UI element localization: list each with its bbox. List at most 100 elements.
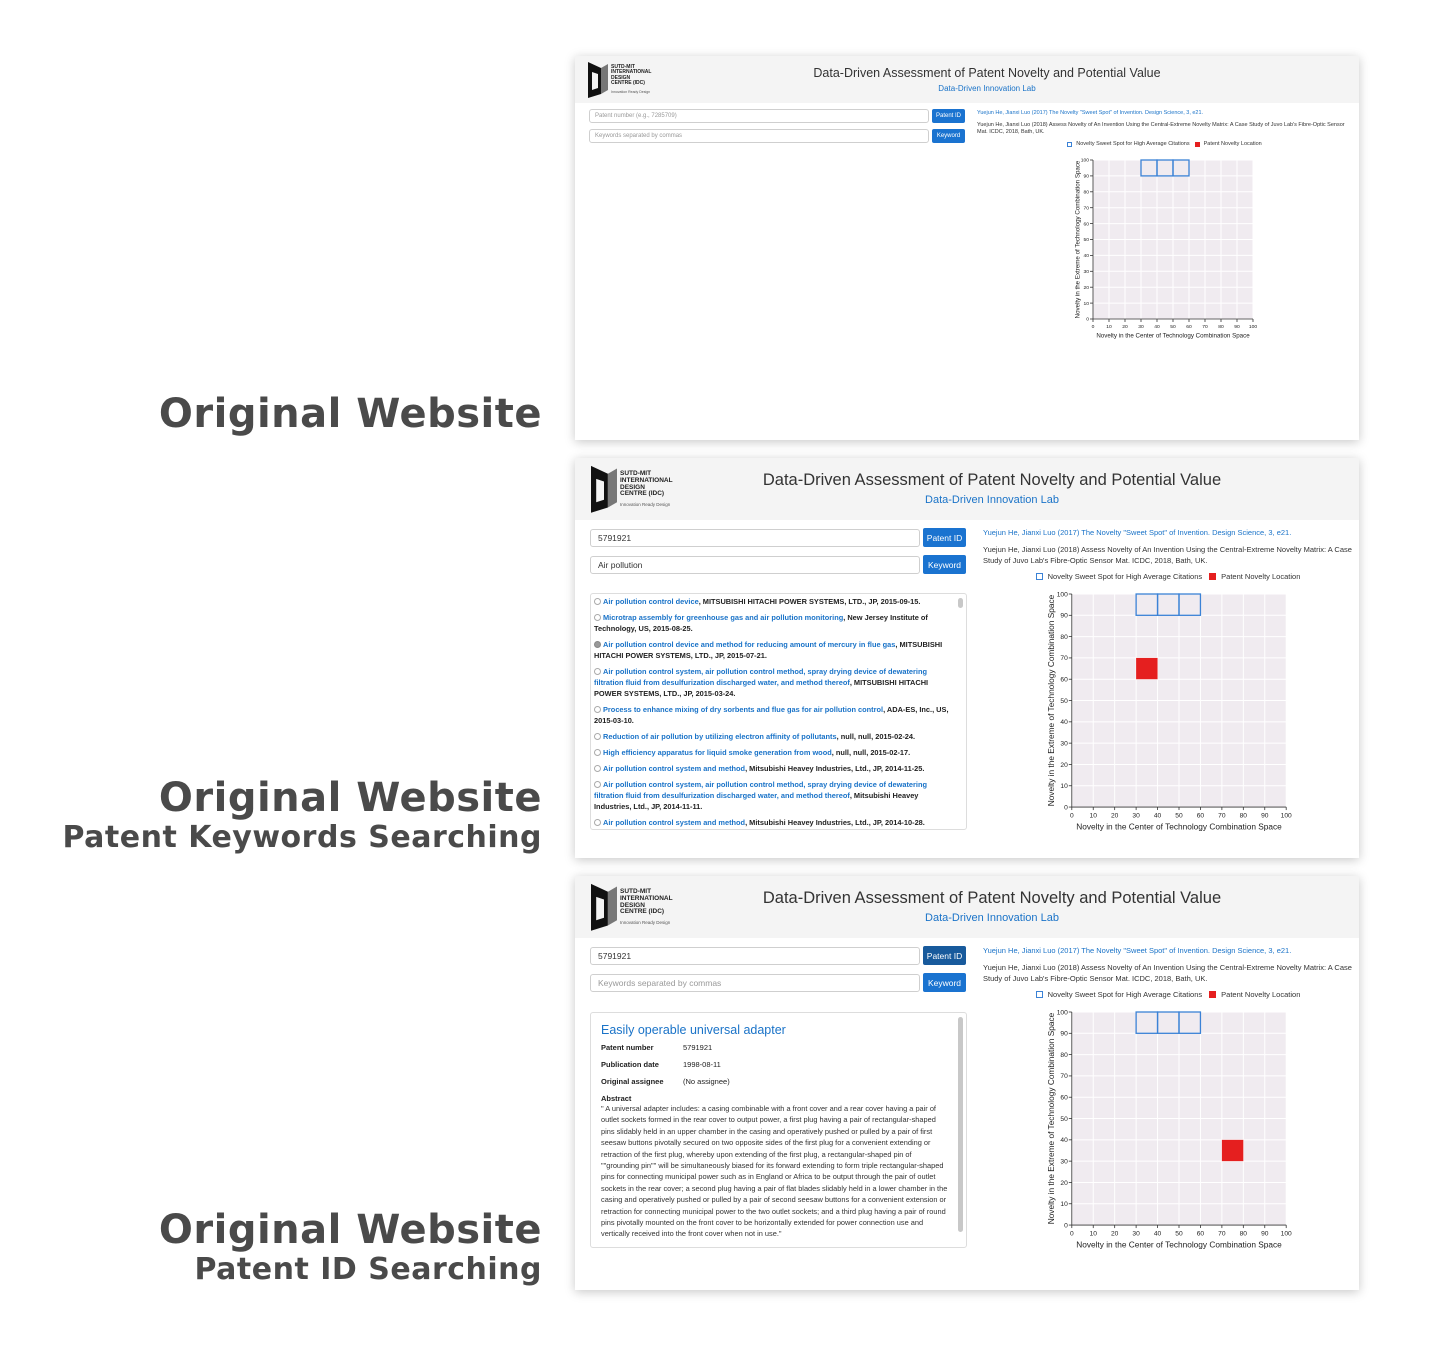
result-item[interactable]: Microtrap assembly for greenhouse gas an… [594,612,954,634]
y-axis-label: Novelty in the Extreme of Technology Com… [1046,594,1056,806]
y-axis-label: Novelty in the Extreme of Technology Com… [1075,160,1082,318]
result-radio[interactable] [594,765,601,772]
x-tick-label: 0 [1092,324,1095,330]
field-label: Publication date [601,1060,659,1069]
result-item[interactable]: Air pollution control device and method … [594,639,954,661]
caption-3-sub: Patent ID Searching [194,1252,542,1287]
result-item[interactable]: Air pollution control system and method,… [594,763,954,774]
result-title-link[interactable]: Air pollution control device and method … [603,640,895,649]
y-tick-label: 80 [1083,190,1089,196]
y-tick-label: 90 [1083,174,1089,180]
keywords-input[interactable]: Air pollution [590,555,920,574]
y-tick-label: 30 [1083,269,1089,275]
patent-number-input[interactable]: 5791921 [590,528,920,547]
field-value: 5791921 [683,1043,713,1052]
novelty-matrix-chart: 0 10 20 30 40 50 60 70 80 90 100 0 10 20 30 40 50 60 70 80 9… [1046,591,1292,831]
result-title-link[interactable]: Process to enhance mixing of dry sorbent… [603,705,883,714]
page-title: Data-Driven Assessment of Patent Novelty… [813,66,1161,80]
x-tick-label: 30 [1132,1231,1140,1238]
result-title-link[interactable]: Air pollution control system and method [603,764,745,773]
result-radio[interactable] [594,819,601,826]
x-tick-label: 100 [1249,324,1258,330]
result-radio[interactable] [594,641,601,648]
x-tick-label: 90 [1234,324,1240,330]
patent-id-button[interactable]: Patent ID [923,528,966,547]
result-item[interactable]: Air pollution control system and method,… [594,817,954,828]
result-item[interactable]: Process to enhance mixing of dry sorbent… [594,704,954,726]
keywords-input[interactable]: Keywords separated by commas [589,129,929,143]
x-tick-label: 50 [1175,813,1183,820]
y-tick-label: 70 [1060,655,1068,662]
result-title-link[interactable]: Air pollution control device [603,597,699,606]
patent-id-button[interactable]: Patent ID [932,109,965,123]
search-results-list[interactable]: Air pollution control device, MITSUBISHI… [590,593,967,830]
result-meta: , Mitsubishi Heavey Industries, Ltd., JP… [745,764,925,773]
reference-2018: Yuejun He, Jianxi Luo (2018) Assess Nove… [983,545,1352,565]
y-tick-label: 0 [1086,317,1089,323]
y-tick-label: 20 [1060,1180,1068,1187]
field-value: 1998-08-11 [683,1060,721,1069]
y-tick-label: 30 [1060,1158,1068,1165]
reference-link-2017[interactable]: Yuejun He, Jianxi Luo (2017) The Novelty… [977,109,1352,117]
result-title-link[interactable]: Reduction of air pollution by utilizing … [603,732,837,741]
reference-link-2017[interactable]: Yuejun He, Jianxi Luo (2017) The Novelty… [983,528,1353,538]
legend-location-label: Patent Novelty Location [1203,141,1262,147]
location-legend-icon [1194,141,1200,147]
y-tick-label: 70 [1060,1073,1068,1080]
y-tick-label: 50 [1060,1116,1068,1123]
reference-2018: Yuejun He, Jianxi Luo (2018) Assess Nove… [977,122,1345,135]
detail-scrollbar[interactable] [958,1017,963,1232]
result-meta: , MITSUBISHI HITACHI POWER SYSTEMS, LTD.… [698,597,921,606]
result-item[interactable]: Air pollution control system, air pollut… [594,666,954,699]
result-meta: , Mitsubishi Heavey Industries, Ltd., JP… [745,818,925,827]
y-tick-label: 40 [1060,1137,1068,1144]
page-title: Data-Driven Assessment of Patent Novelty… [762,471,1222,489]
x-tick-label: 70 [1202,324,1208,330]
result-radio[interactable] [594,614,601,621]
x-tick-label: 30 [1132,813,1140,820]
result-item[interactable]: High efficiency apparatus for liquid smo… [594,747,954,758]
result-radio[interactable] [594,706,601,713]
caption-1-main: Original Website [158,391,542,437]
result-title-link[interactable]: Microtrap assembly for greenhouse gas an… [603,613,843,622]
result-radio[interactable] [594,749,601,756]
patent-number-input[interactable]: Patent number (e.g., 7285709) [589,109,929,123]
page-header: SUTD-MIT INTERNATIONAL DESIGN CENTRE (ID… [575,876,1359,938]
screenshot-patent-id-search: SUTD-MIT INTERNATIONAL DESIGN CENTRE (ID… [575,876,1359,1290]
patent-number-input[interactable]: 5791921 [590,946,920,965]
screenshot-keywords-search: SUTD-MIT INTERNATIONAL DESIGN CENTRE (ID… [575,458,1359,858]
patent-title: Easily operable universal adapter [601,1023,786,1037]
sweet-spot-legend-icon [1067,141,1073,147]
page-header: SUTD-MIT INTERNATIONAL DESIGN CENTRE (ID… [575,56,1359,103]
y-tick-label: 40 [1083,253,1089,259]
result-title-link[interactable]: Air pollution control system and method [603,818,745,827]
reference-2018: Yuejun He, Jianxi Luo (2018) Assess Nove… [983,963,1352,983]
result-item[interactable]: Air pollution control device, MITSUBISHI… [594,596,954,607]
reference-link-2017[interactable]: Yuejun He, Jianxi Luo (2017) The Novelty… [983,946,1353,956]
result-item[interactable]: Reduction of air pollution by utilizing … [594,731,954,742]
patent-id-button[interactable]: Patent ID [923,946,966,965]
y-tick-label: 20 [1083,285,1089,291]
y-tick-label: 90 [1060,1031,1068,1038]
x-axis-label: Novelty in the Center of Technology Comb… [1096,332,1250,339]
result-radio[interactable] [594,598,601,605]
x-axis-label: Novelty in the Center of Technology Comb… [1076,1240,1282,1250]
x-tick-label: 10 [1090,1231,1098,1238]
field-publication-date: Publication date 1998-08-11 [601,1060,948,1077]
result-item[interactable]: Air pollution control system, air pollut… [594,779,954,812]
keyword-button[interactable]: Keyword [932,129,965,143]
field-patent-number: Patent number 5791921 [601,1043,948,1060]
results-scrollbar[interactable] [958,598,963,608]
keyword-button[interactable]: Keyword [923,973,966,992]
result-radio[interactable] [594,733,601,740]
x-tick-label: 80 [1240,813,1248,820]
result-title-link[interactable]: High efficiency apparatus for liquid smo… [603,748,832,757]
y-tick-label: 70 [1083,205,1089,211]
result-meta: , null, null, 2015-02-24. [836,732,916,741]
result-radio[interactable] [594,668,601,675]
keyword-button[interactable]: Keyword [923,555,966,574]
y-tick-label: 10 [1060,1201,1068,1208]
keywords-input[interactable]: Keywords separated by commas [590,973,920,992]
result-radio[interactable] [594,781,601,788]
caption-2-sub: Patent Keywords Searching [62,820,542,855]
